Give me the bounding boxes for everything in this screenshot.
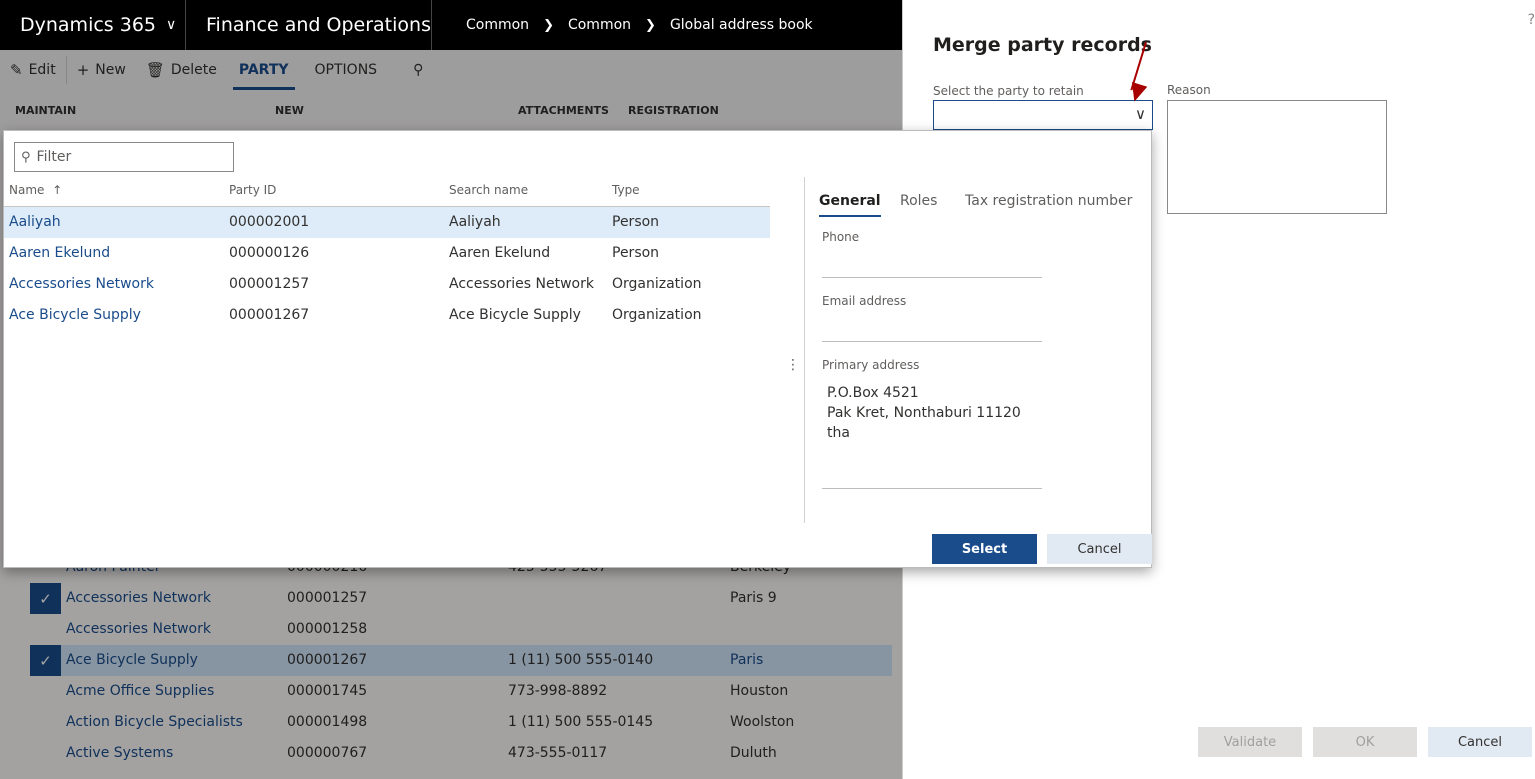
pane-splitter[interactable] (804, 177, 805, 523)
chevron-down-icon[interactable]: ∨ (1135, 105, 1146, 123)
breadcrumb: Common ❯ Common ❯ Global address book (466, 0, 813, 50)
column-header-search-name[interactable]: Search name (449, 183, 528, 197)
list-item[interactable]: Ace Bicycle Supply 000001267 Ace Bicycle… (4, 300, 770, 331)
lookup-party-id: 000000126 (229, 245, 310, 261)
lookup-search-name: Accessories Network (449, 276, 594, 292)
lookup-cancel-button[interactable]: Cancel (1047, 534, 1152, 564)
breadcrumb-item[interactable]: Common (568, 17, 631, 33)
search-icon: ⚲ (21, 149, 31, 165)
cancel-button[interactable]: Cancel (1428, 727, 1532, 757)
select-button[interactable]: Select (932, 534, 1037, 564)
filter-placeholder: Filter (36, 149, 72, 165)
app-name: Dynamics 365 (20, 14, 156, 36)
address-line: tha (827, 425, 850, 441)
email-label: Email address (822, 294, 907, 308)
address-line: P.O.Box 4521 (827, 385, 919, 401)
retain-party-select[interactable]: ∨ (933, 100, 1153, 130)
ok-button[interactable]: OK (1313, 727, 1417, 757)
tab-general[interactable]: General (819, 193, 881, 217)
list-item[interactable]: Accessories Network 000001257 Accessorie… (4, 269, 770, 300)
more-vertical-icon[interactable]: ⋮ (786, 357, 800, 373)
column-header-type[interactable]: Type (612, 183, 640, 197)
filter-input[interactable]: ⚲ Filter (14, 142, 234, 172)
chevron-right-icon: ❯ (543, 17, 554, 33)
panel-title: Merge party records (933, 34, 1152, 56)
lookup-search-name: Aaliyah (449, 214, 501, 230)
lookup-type: Person (612, 245, 660, 261)
lookup-search-name: Ace Bicycle Supply (449, 307, 581, 323)
chevron-right-icon: ❯ (645, 17, 656, 33)
column-header-party-id[interactable]: Party ID (229, 183, 276, 197)
lookup-search-name: Aaren Ekelund (449, 245, 551, 261)
lookup-party-id: 000001257 (229, 276, 310, 292)
breadcrumb-item[interactable]: Common (466, 17, 529, 33)
lookup-party-id: 000001267 (229, 307, 310, 323)
lookup-type: Person (612, 214, 660, 230)
column-header-name[interactable]: Name ↑ (9, 183, 62, 197)
lookup-type: Organization (612, 276, 702, 292)
tab-roles[interactable]: Roles (900, 193, 937, 209)
address-field-line (822, 488, 1042, 489)
reason-textarea[interactable] (1167, 100, 1387, 214)
lookup-party-id: 000002001 (229, 214, 310, 230)
validate-button[interactable]: Validate (1198, 727, 1302, 757)
help-icon[interactable]: ? (1528, 12, 1535, 28)
address-label: Primary address (822, 358, 920, 372)
phone-label: Phone (822, 230, 860, 244)
retain-label: Select the party to retain (933, 84, 1084, 98)
lookup-name[interactable]: Ace Bicycle Supply (9, 307, 141, 323)
module-name[interactable]: Finance and Operations (186, 0, 432, 50)
list-item[interactable]: Aaren Ekelund 000000126 Aaren Ekelund Pe… (4, 238, 770, 269)
top-navbar: Dynamics 365 ∨ Finance and Operations Co… (0, 0, 902, 50)
phone-field (822, 277, 1042, 278)
email-field (822, 341, 1042, 342)
reason-label: Reason (1167, 83, 1211, 97)
breadcrumb-item[interactable]: Global address book (670, 17, 813, 33)
app-switcher[interactable]: Dynamics 365 ∨ (0, 0, 186, 50)
tab-tax-registration[interactable]: Tax registration number (965, 193, 1132, 209)
lookup-type: Organization (612, 307, 702, 323)
primary-address: P.O.Box 4521 Pak Kret, Nonthaburi 11120 … (827, 383, 1021, 443)
column-header-name-label: Name (9, 183, 45, 197)
lookup-name[interactable]: Aaren Ekelund (9, 245, 110, 261)
chevron-down-icon: ∨ (166, 17, 177, 33)
lookup-name[interactable]: Accessories Network (9, 276, 154, 292)
address-line: Pak Kret, Nonthaburi 11120 (827, 405, 1021, 421)
list-item[interactable]: Aaliyah 000002001 Aaliyah Person (4, 207, 770, 238)
party-lookup-dialog: ⚲ Filter Name ↑ Party ID Search name Typ… (3, 130, 1152, 568)
lookup-name[interactable]: Aaliyah (9, 214, 61, 230)
sort-ascending-icon: ↑ (52, 183, 63, 197)
